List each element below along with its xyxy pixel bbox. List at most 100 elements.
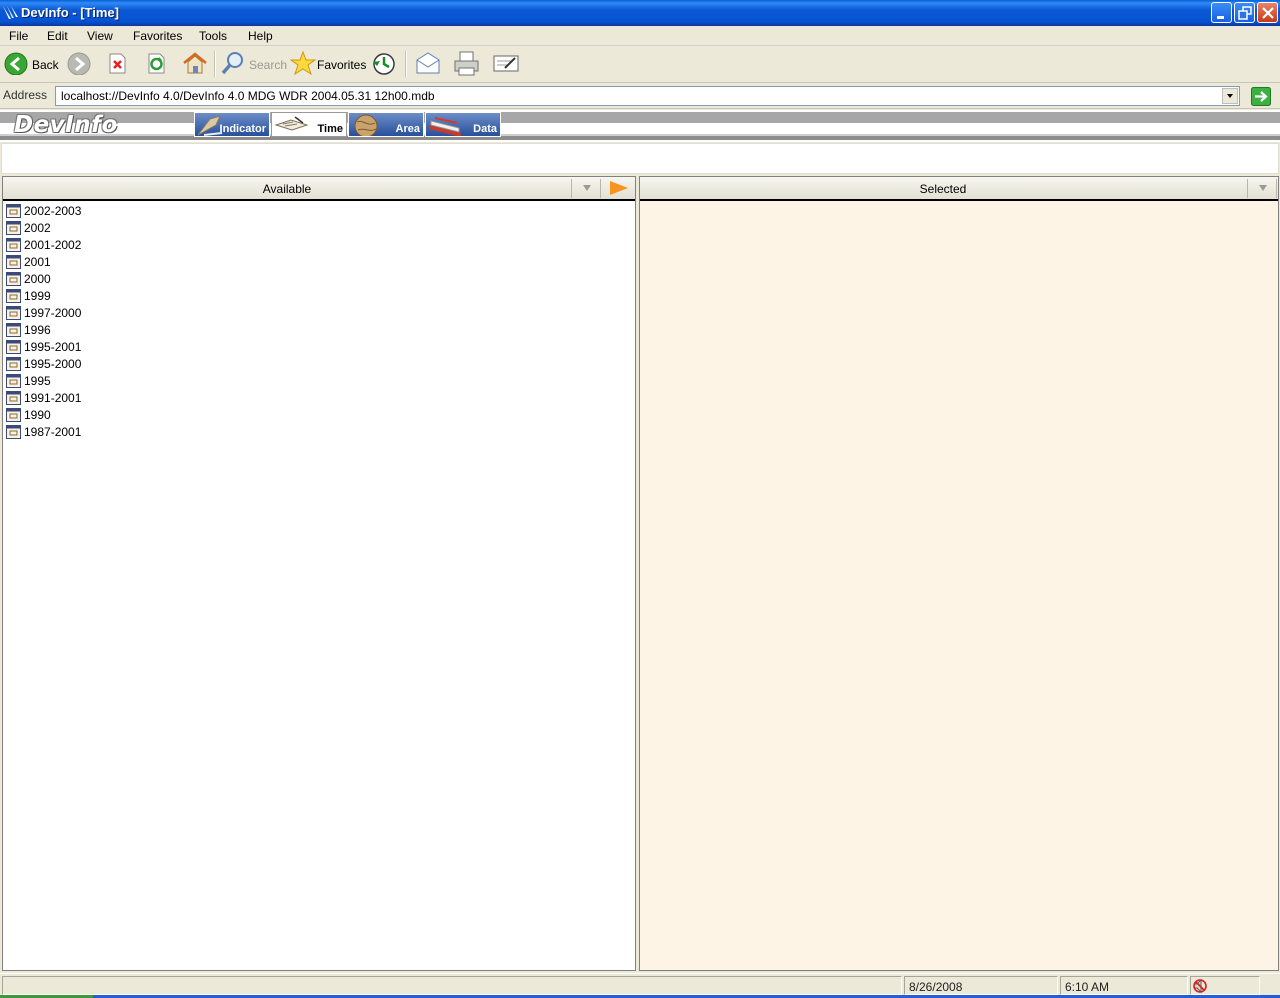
minimize-button[interactable] (1211, 2, 1232, 23)
close-icon (1262, 7, 1274, 19)
tab-data-label: Data (473, 123, 497, 135)
forward-button[interactable] (67, 51, 91, 79)
time-period-label: 2000 (24, 272, 51, 286)
header-bar-bottom (0, 134, 1280, 140)
calendar-icon (6, 204, 21, 218)
stop-icon (109, 53, 126, 74)
home-icon (183, 52, 207, 74)
title-bar[interactable]: DevInfo - [Time] (0, 0, 1280, 26)
calendar-icon (6, 374, 21, 388)
data-books-icon (429, 117, 461, 136)
tab-indicator-label: Indicator (219, 123, 266, 135)
refresh-icon (148, 53, 165, 74)
status-time-cell: 6:10 AM (1060, 976, 1188, 995)
time-period-label: 1990 (24, 408, 51, 422)
status-main (2, 976, 902, 995)
address-dropdown-button[interactable] (1222, 88, 1238, 104)
address-input[interactable]: localhost://DevInfo 4.0/DevInfo 4.0 MDG … (55, 86, 1240, 106)
forward-arrow-icon (67, 52, 91, 75)
calendar-icon (6, 391, 21, 405)
time-period-label: 1995 (24, 374, 51, 388)
calendar-icon (6, 425, 21, 439)
close-button[interactable] (1257, 2, 1278, 23)
time-period-label: 2002-2003 (24, 204, 82, 218)
home-button[interactable] (182, 51, 208, 79)
devinfo-app-icon (3, 6, 18, 19)
minimize-icon (1217, 16, 1224, 19)
time-period-label: 1996 (24, 323, 51, 337)
print-button[interactable] (453, 51, 481, 79)
edit-page-icon (493, 55, 519, 72)
refresh-button[interactable] (144, 51, 168, 79)
menu-tools[interactable]: Tools (199, 29, 227, 43)
time-period-label: 2001 (24, 255, 51, 269)
restore-icon (1238, 6, 1252, 20)
search-label: Search (249, 58, 288, 72)
back-arrow-icon (4, 52, 28, 75)
selected-header: Selected (640, 177, 1278, 201)
time-period-label: 2001-2002 (24, 238, 82, 252)
tab-time[interactable]: Time (271, 112, 347, 137)
status-time: 6:10 AM (1065, 980, 1110, 994)
toolbar: Back Search Favorites (0, 46, 1280, 83)
status-date: 8/26/2008 (909, 980, 963, 994)
selected-title: Selected (919, 182, 967, 196)
mail-button[interactable] (415, 51, 441, 79)
history-button[interactable] (371, 51, 397, 79)
back-label: Back (32, 58, 59, 72)
logo-rule-right (116, 124, 194, 126)
available-sort-dropdown[interactable] (571, 179, 601, 198)
info-strip (1, 143, 1279, 174)
restore-button[interactable] (1234, 2, 1255, 23)
printer-icon (454, 51, 479, 76)
time-period-label: 1995-2001 (24, 340, 82, 354)
chevron-down-icon (1259, 185, 1267, 191)
favorites-button[interactable]: Favorites (290, 51, 367, 79)
calendar-icon (6, 408, 21, 422)
menu-edit[interactable]: Edit (47, 29, 68, 43)
stop-button[interactable] (105, 51, 129, 79)
devinfo-logo: DevInfo (14, 112, 118, 138)
available-panel: Available 2002-2003 2002 2001-2002 2001 … (2, 176, 636, 971)
go-arrow-icon[interactable] (1251, 87, 1271, 106)
move-to-selected-button[interactable] (604, 178, 634, 199)
time-period-label: 2002 (24, 221, 51, 235)
devinfo-header: DevInfo Indicator Time Area Data (0, 110, 1280, 142)
calendar-icon (6, 357, 21, 371)
search-button[interactable]: Search (220, 51, 288, 79)
available-header: Available (3, 177, 635, 201)
selected-sort-dropdown[interactable] (1247, 179, 1277, 198)
area-globe-icon (354, 114, 378, 136)
tab-area-label: Area (395, 123, 420, 135)
status-date-cell: 8/26/2008 (904, 976, 1058, 995)
tab-indicator[interactable]: Indicator (194, 112, 270, 137)
tab-area[interactable]: Area (348, 112, 424, 137)
menu-view[interactable]: View (87, 29, 113, 43)
toolbar-separator (405, 51, 407, 77)
menu-favorites[interactable]: Favorites (133, 29, 182, 43)
selected-panel: Selected (639, 176, 1279, 971)
tab-time-label: Time (317, 123, 343, 135)
time-period-label: 1997-2000 (24, 306, 82, 320)
favorites-label: Favorites (317, 58, 367, 72)
status-icon-cell (1190, 976, 1260, 995)
header-bar-top (0, 112, 1280, 123)
edit-button[interactable] (493, 51, 519, 79)
address-bar: Address localhost://DevInfo 4.0/DevInfo … (0, 84, 1280, 109)
time-period-label: 1995-2000 (24, 357, 82, 371)
calendar-icon (6, 323, 21, 337)
menu-help[interactable]: Help (248, 29, 273, 43)
calendar-icon (6, 221, 21, 235)
chevron-down-icon (583, 185, 591, 191)
address-value: localhost://DevInfo 4.0/DevInfo 4.0 MDG … (61, 89, 435, 103)
tab-data[interactable]: Data (425, 112, 501, 137)
menu-file[interactable]: File (9, 29, 28, 43)
calendar-icon (6, 255, 21, 269)
sound-muted-icon[interactable] (1192, 978, 1208, 994)
calendar-icon (6, 238, 21, 252)
back-button[interactable]: Back (4, 51, 62, 79)
window-title: DevInfo - [Time] (21, 5, 119, 20)
search-icon (221, 52, 243, 75)
calendar-icon (6, 306, 21, 320)
status-bar: 8/26/2008 6:10 AM (0, 973, 1280, 995)
